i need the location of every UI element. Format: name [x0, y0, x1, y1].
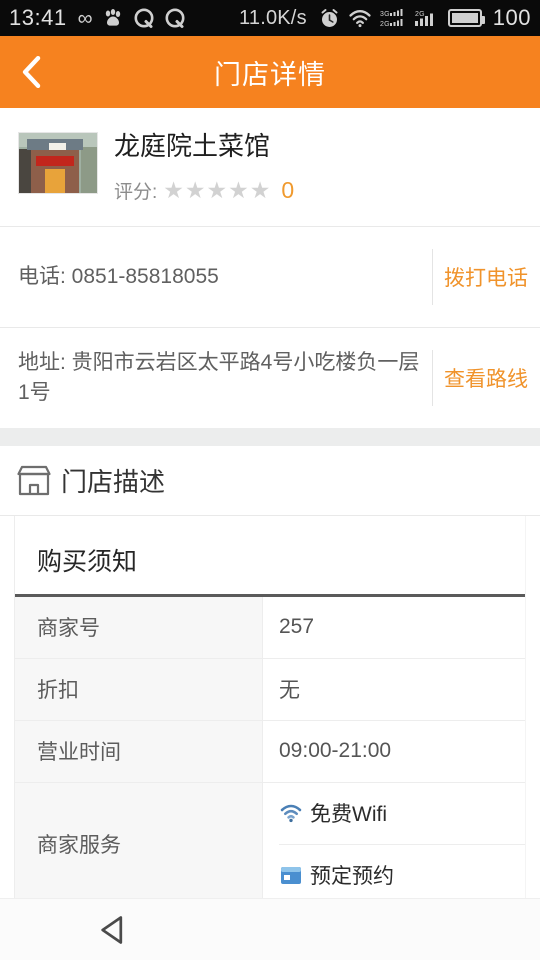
- store-header-card: 龙庭院土菜馆 评分: ★ ★ ★ ★ ★ 0 电话: 0851-85818055…: [0, 108, 540, 428]
- description-title: 门店描述: [61, 466, 166, 497]
- star-icon: ★: [249, 176, 271, 203]
- description-header: 门店描述: [0, 445, 540, 515]
- table-cell-label: 折扣: [15, 658, 263, 720]
- services-list: 免费Wifi 预定预约: [263, 783, 525, 899]
- alarm-clock-icon: [319, 8, 340, 29]
- table-cell-label: 营业时间: [15, 720, 263, 782]
- section-gap: [0, 427, 540, 446]
- view-route-button[interactable]: 查看路线: [432, 328, 540, 428]
- svg-text:2G: 2G: [415, 11, 425, 18]
- service-label: 免费Wifi: [310, 803, 387, 826]
- call-button-label: 拨打电话: [444, 266, 528, 290]
- wifi-icon: [348, 8, 372, 28]
- reservation-icon: [279, 864, 303, 886]
- rating-label: 评分:: [114, 181, 158, 203]
- table-cell-value: 257: [279, 615, 315, 638]
- back-button[interactable]: [0, 36, 64, 108]
- star-icon: ★: [228, 176, 249, 203]
- star-icon: ★: [206, 176, 228, 203]
- battery-level-label: 100: [492, 5, 531, 30]
- address-text-wrap: 地址: 贵阳市云岩区太平路4号小吃楼负一层1号: [0, 328, 432, 428]
- phone-text-wrap: 电话: 0851-85818055: [0, 227, 432, 327]
- call-button[interactable]: 拨打电话: [432, 227, 540, 327]
- phone-text: 电话: 0851-85818055: [18, 264, 219, 288]
- signal-2g-icon: 2G: [414, 8, 440, 28]
- store-thumbnail[interactable]: [18, 132, 98, 194]
- signal-3g-2g-icon: 3G 2G: [380, 8, 406, 28]
- table-cell-value: 无: [279, 679, 300, 702]
- table-cell-label: 商家号: [15, 596, 263, 658]
- wifi-icon: [279, 802, 303, 824]
- service-item: 免费Wifi: [279, 783, 525, 844]
- table-row: 折扣 无: [15, 658, 525, 721]
- table-cell-label: 商家服务: [15, 782, 263, 898]
- triangle-back-icon: [101, 915, 123, 944]
- network-speed-label: 11.0K/s: [239, 6, 307, 29]
- chevron-left-icon: [22, 55, 41, 89]
- rating-row: 评分: ★ ★ ★ ★ ★ 0: [114, 177, 294, 204]
- description-body: 购买须知 商家号 257 折扣 无 营业时间 09:00-21:00 商家服务 …: [0, 515, 540, 899]
- store-name: 龙庭院土菜馆: [114, 131, 271, 161]
- description-section: 门店描述 购买须知 商家号 257 折扣 无 营业时间 09:00-21:00 …: [0, 445, 540, 899]
- star-icon: ★: [163, 176, 184, 203]
- address-row: 地址: 贵阳市云岩区太平路4号小吃楼负一层1号 查看路线: [0, 327, 540, 428]
- service-item: 预定预约: [279, 843, 525, 899]
- table-row-services: 商家服务 免费Wifi 预定预约: [15, 782, 525, 899]
- phone-row: 电话: 0851-85818055 拨打电话: [0, 226, 540, 327]
- status-left-icons: ∞: [78, 7, 186, 29]
- system-nav-bar: [0, 898, 540, 960]
- table-row: 营业时间 09:00-21:00: [15, 720, 525, 783]
- app-bar: 门店详情: [0, 36, 540, 108]
- shop-icon: [16, 463, 52, 497]
- table-row: 商家号 257: [15, 596, 525, 659]
- purchase-notes-table: 商家号 257 折扣 无 营业时间 09:00-21:00 商家服务 免费Wif…: [15, 593, 525, 899]
- rating-value: 0: [281, 176, 295, 203]
- status-bar: 13:41 ∞ 11.0K/s 3G 2G 2G 100: [0, 0, 540, 36]
- view-route-button-label: 查看路线: [444, 367, 528, 391]
- store-row[interactable]: 龙庭院土菜馆 评分: ★ ★ ★ ★ ★ 0: [0, 108, 540, 226]
- store-info: 龙庭院土菜馆 评分: ★ ★ ★ ★ ★ 0: [114, 128, 294, 204]
- purchase-notes-card: 购买须知 商家号 257 折扣 无 营业时间 09:00-21:00 商家服务 …: [14, 515, 526, 899]
- rating-stars: ★ ★ ★ ★ ★: [163, 176, 271, 203]
- battery-icon: [447, 9, 485, 27]
- address-text: 地址: 贵阳市云岩区太平路4号小吃楼负一层1号: [18, 351, 420, 404]
- table-cell-value: 09:00-21:00: [279, 739, 392, 762]
- status-time: 13:41: [9, 5, 67, 30]
- purchase-notes-title: 购买须知: [37, 547, 138, 576]
- status-right-icons: 11.0K/s 3G 2G 2G 100: [239, 5, 531, 31]
- qq-icon-2: [164, 7, 186, 29]
- service-label: 预定预约: [310, 864, 394, 888]
- page-title: 门店详情: [214, 59, 326, 90]
- scroll-content[interactable]: 龙庭院土菜馆 评分: ★ ★ ★ ★ ★ 0 电话: 0851-85818055…: [0, 108, 540, 898]
- svg-text:3G: 3G: [380, 11, 390, 18]
- svg-text:2G: 2G: [380, 21, 390, 28]
- qq-icon: [133, 7, 155, 29]
- app-screen: 13:41 ∞ 11.0K/s 3G 2G 2G 100 门店详情 龙庭院土菜馆…: [0, 0, 540, 960]
- star-icon: ★: [184, 176, 206, 203]
- system-back-button[interactable]: [92, 910, 136, 950]
- infinity-icon: ∞: [77, 6, 93, 30]
- baidu-paw-icon: [102, 7, 124, 29]
